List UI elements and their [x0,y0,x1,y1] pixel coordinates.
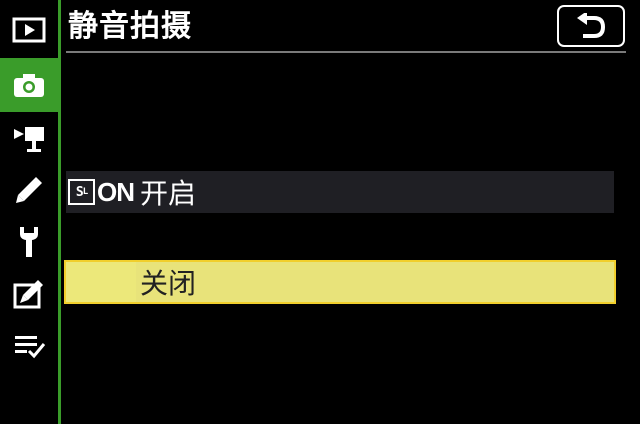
playback-icon [12,17,46,43]
return-arrow-icon [577,13,606,38]
pencil-icon [16,177,42,203]
rail-item-my-menu[interactable] [0,320,58,372]
option-off[interactable]: 关闭 [64,260,616,304]
silent-on-badge: SL ON [66,171,135,213]
menu-rail [0,0,58,424]
rail-divider [58,0,61,424]
movie-camera-icon [14,127,44,152]
title-divider [66,51,626,53]
my-menu-icon [15,336,46,359]
rail-item-setup[interactable] [0,216,58,268]
silent-s-box: SL [68,179,95,205]
rail-item-playback[interactable] [0,4,58,56]
on-badge-text: ON [97,176,135,207]
wrench-icon [20,227,38,257]
silent-s-letter: S [75,184,84,200]
camera-menu-screen: 静音拍摄 SL ON 开启 关闭 [0,0,640,424]
option-off-label: 关闭 [140,267,197,300]
back-button[interactable] [557,5,625,47]
option-off-highlight [136,262,614,302]
rail-item-photo-shooting[interactable] [0,58,58,112]
rail-item-custom-settings[interactable] [0,164,58,216]
page-title: 静音拍摄 [68,9,192,44]
camera-icon [14,74,44,97]
rail-item-retouch[interactable] [0,268,58,320]
option-on-label: 开启 [140,177,197,210]
retouch-icon [13,280,43,309]
rail-item-movie-shooting[interactable] [0,112,58,164]
option-on[interactable]: SL ON 开启 [66,171,614,213]
